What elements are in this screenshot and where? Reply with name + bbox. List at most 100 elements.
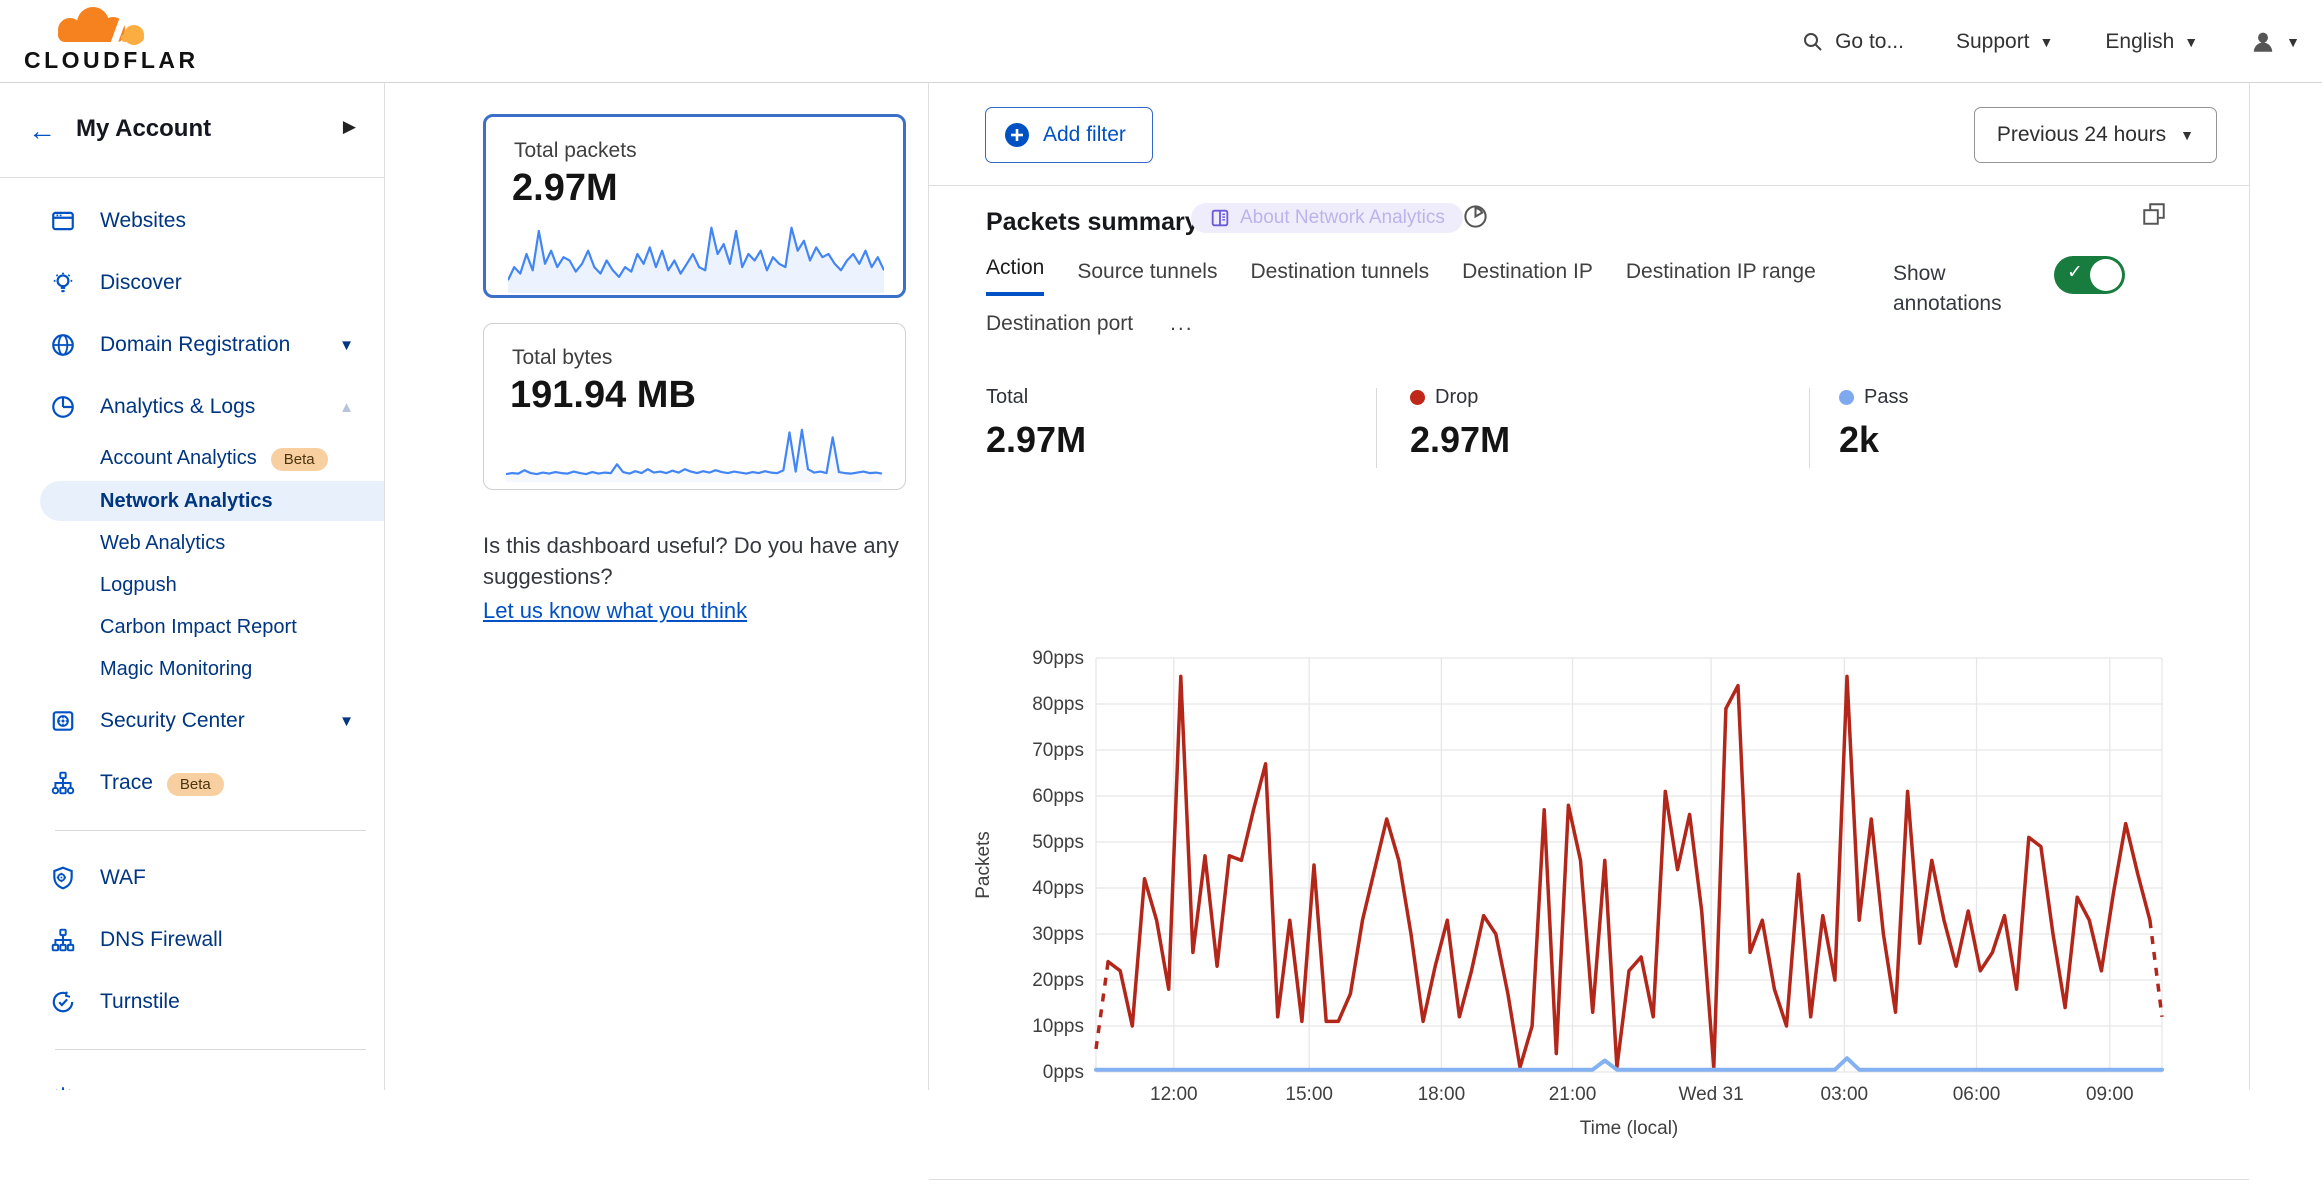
shield-gear-icon (50, 865, 76, 891)
time-range-label: Previous 24 hours (1997, 123, 2166, 147)
feedback-block: Is this dashboard useful? Do you have an… (483, 530, 928, 626)
data-freshness-pie-icon[interactable] (1462, 203, 1489, 230)
sidebar-item-websites[interactable]: Websites (0, 190, 384, 252)
support-menu[interactable]: Support ▼ (1956, 30, 2053, 54)
sidebar-divider (55, 830, 366, 831)
time-range-dropdown[interactable]: Previous 24 hours ▼ (1974, 107, 2217, 163)
tab-destination-port[interactable]: Destination port (986, 312, 1133, 348)
sidebar-item-label: Domain Registration (100, 333, 290, 357)
chevron-right-icon[interactable]: ▶ (343, 117, 356, 137)
dimension-tabs: Action Source tunnels Destination tunnels D… (986, 256, 1866, 364)
show-annotations-toggle[interactable]: ✓ (2054, 256, 2125, 294)
packets-chart: 0pps10pps20pps30pps40pps50pps60pps70pps8… (941, 641, 2221, 1166)
sidebar-item-label: DNS Firewall (100, 928, 223, 952)
chevron-up-icon: ▲ (339, 399, 354, 416)
stat-label: Total (986, 386, 1028, 409)
stat-divider (1809, 388, 1810, 468)
x-tick-label: 09:00 (2086, 1084, 2134, 1105)
sidebar-item-waf[interactable]: WAF (0, 847, 384, 909)
sidebar-item-label: Carbon Impact Report (100, 616, 297, 639)
goto-search[interactable]: Go to... (1801, 30, 1904, 54)
language-label: English (2105, 30, 2174, 54)
support-label: Support (1956, 30, 2030, 54)
stat-label: Pass (1864, 386, 1908, 409)
sidebar-item-label: Web Analytics (100, 532, 225, 555)
show-annotations-label: Show annotations (1893, 259, 2009, 319)
beta-badge: Beta (167, 773, 224, 796)
account-title: My Account (76, 115, 211, 143)
x-tick-label: 12:00 (1150, 1084, 1198, 1105)
packets-summary-panel: Packets summary About Network Analytics … (929, 185, 2249, 1076)
drop-legend-dot (1410, 390, 1425, 405)
sidebar-item-label: Logpush (100, 574, 177, 597)
stat-value: 2.97M (986, 419, 1086, 461)
y-tick-label: 0pps (1043, 1062, 1084, 1083)
sidebar-item-turnstile[interactable]: Turnstile (0, 971, 384, 1033)
tab-row: Action Source tunnels Destination tunnels D… (986, 256, 1866, 296)
x-tick-label: 15:00 (1285, 1084, 1333, 1105)
chevron-down-icon: ▼ (2286, 34, 2300, 50)
pass-legend-dot (1839, 390, 1854, 405)
sidebar-item-dns-firewall[interactable]: DNS Firewall (0, 909, 384, 971)
y-tick-label: 50pps (1032, 832, 1084, 853)
sidebar-item-account-analytics[interactable]: Account AnalyticsBeta (0, 438, 384, 480)
sidebar-item-label: Turnstile (100, 990, 180, 1014)
tab-source-tunnels[interactable]: Source tunnels (1077, 260, 1217, 296)
sidebar-item-trace[interactable]: TraceBeta (0, 752, 384, 814)
chevron-down-icon: ▼ (2040, 34, 2054, 50)
tab-destination-tunnels[interactable]: Destination tunnels (1250, 260, 1429, 296)
x-tick-label: 06:00 (1953, 1084, 2001, 1105)
sidebar-item-analytics-logs[interactable]: Analytics & Logs▲ (0, 376, 384, 438)
stat-drop: Drop2.97M (1410, 386, 1510, 461)
y-tick-label: 80pps (1032, 694, 1084, 715)
more-tabs-button[interactable]: ... (1166, 312, 1198, 348)
trace-icon (50, 770, 76, 796)
total-bytes-card[interactable]: Total bytes 191.94 MB (483, 323, 906, 490)
back-arrow-icon[interactable]: ← (28, 115, 56, 147)
dns-tree-icon (50, 927, 76, 953)
sidebar-item-discover[interactable]: Discover (0, 252, 384, 314)
expand-panel-icon[interactable] (2141, 201, 2167, 227)
stat-value: 2k (1839, 419, 1908, 461)
browser-icon (50, 208, 76, 234)
sidebar-item-web-analytics[interactable]: Web Analytics (0, 522, 384, 564)
sidebar-item-label: TraceBeta (100, 771, 224, 796)
tab-action[interactable]: Action (986, 256, 1044, 296)
stat-label-row: Drop (1410, 386, 1510, 409)
user-icon (2250, 29, 2276, 55)
series-pass (1096, 1058, 2162, 1070)
panel-title: Packets summary (986, 208, 1199, 237)
stat-divider (1376, 388, 1377, 468)
sidebar-header: ← My Account ▶ (0, 83, 384, 178)
sidebar-item-carbon-impact-report[interactable]: Carbon Impact Report (0, 606, 384, 648)
language-menu[interactable]: English ▼ (2105, 30, 2198, 54)
x-tick-label: 21:00 (1549, 1084, 1597, 1105)
toggle-knob (2090, 259, 2122, 291)
stat-label-row: Total (986, 386, 1086, 409)
tab-destination-ip[interactable]: Destination IP (1462, 260, 1593, 296)
x-tick-label: Wed 31 (1679, 1084, 1744, 1105)
stat-pass: Pass 2k (1839, 386, 1908, 461)
feedback-link[interactable]: Let us know what you think (483, 595, 747, 626)
sidebar-item-logpush[interactable]: Logpush (0, 564, 384, 606)
search-icon (1801, 30, 1825, 54)
tab-destination-ip-range[interactable]: Destination IP range (1626, 260, 1816, 296)
sidebar-item-label: Magic Monitoring (100, 658, 252, 681)
sidebar-item-domain-registration[interactable]: Domain Registration▼ (0, 314, 384, 376)
total-packets-card[interactable]: Total packets 2.97M (483, 114, 906, 298)
globe-icon (50, 332, 76, 358)
account-menu[interactable]: ▼ (2250, 29, 2300, 55)
cloudflare-logo[interactable]: CLOUDFLARE (18, 6, 198, 81)
sidebar-item-network-analytics[interactable]: Network Analytics (0, 480, 384, 522)
x-tick-label: 18:00 (1418, 1084, 1466, 1105)
add-filter-button[interactable]: Add filter (985, 107, 1153, 163)
sidebar-divider (55, 1049, 366, 1050)
x-tick-label: 03:00 (1821, 1084, 1869, 1105)
about-network-analytics-badge[interactable]: About Network Analytics (1191, 203, 1463, 233)
sidebar-item-item[interactable] (0, 1066, 384, 1090)
series-drop (1096, 676, 2162, 1067)
sidebar-item-security-center[interactable]: Security Center▼ (0, 690, 384, 752)
sidebar-nav-list: WebsitesDiscoverDomain Registration▼Anal… (0, 178, 384, 1090)
stats-row: Total 2.97M Drop2.97M Pass 2k (929, 386, 2249, 468)
sidebar-item-magic-monitoring[interactable]: Magic Monitoring (0, 648, 384, 690)
